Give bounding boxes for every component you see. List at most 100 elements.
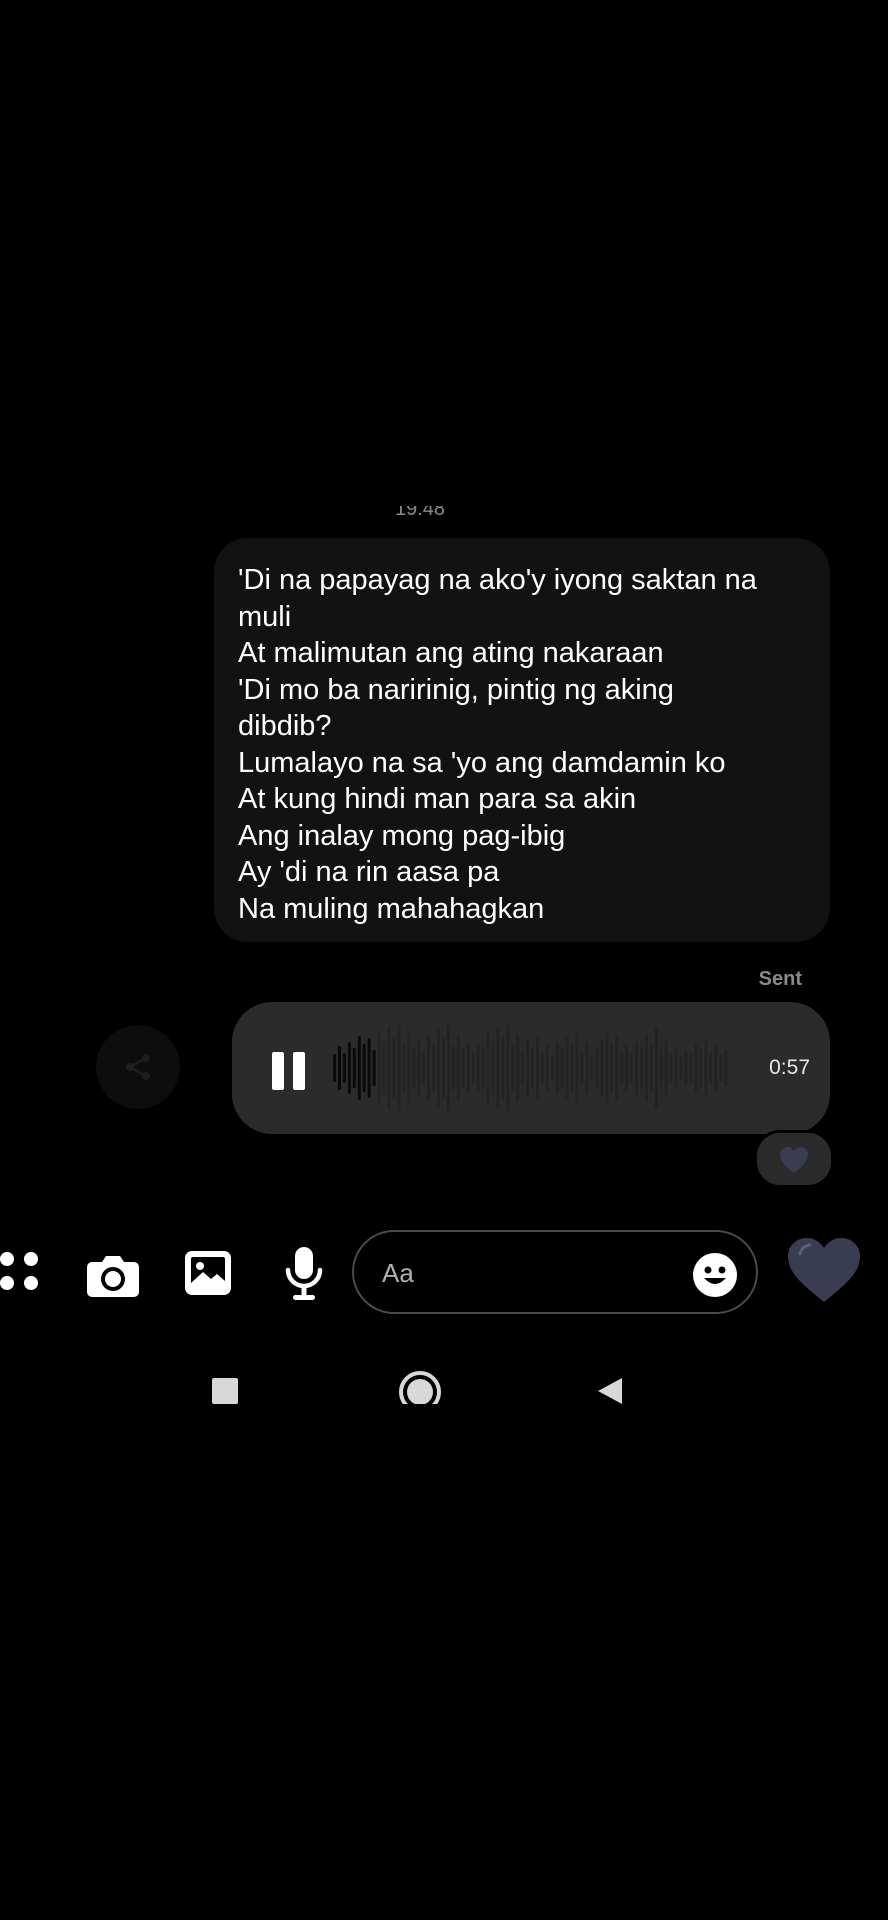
waveform-bar xyxy=(610,1044,614,1092)
waveform-bar xyxy=(699,1048,703,1088)
waveform-bar xyxy=(338,1046,341,1090)
waveform-bar xyxy=(545,1046,549,1090)
waveform-bar xyxy=(491,1041,495,1095)
waveform-bar xyxy=(456,1036,460,1100)
waveform-bar xyxy=(417,1039,421,1097)
message-input[interactable] xyxy=(380,1254,684,1292)
waveform-bar xyxy=(446,1025,450,1111)
waveform-bar xyxy=(357,1036,361,1100)
waveform-bar xyxy=(570,1045,574,1091)
waveform-bar xyxy=(521,1050,525,1086)
emoji-icon[interactable] xyxy=(692,1252,738,1298)
waveform-bar xyxy=(451,1046,455,1090)
waveform-bar xyxy=(644,1035,648,1101)
waveform-bar xyxy=(407,1032,411,1104)
waveform-bar xyxy=(709,1052,713,1084)
waveform-bar xyxy=(367,1038,371,1098)
voice-message-bubble[interactable]: 0:57 xyxy=(232,1002,830,1134)
waveform-bar xyxy=(382,1040,386,1096)
waveform-bar xyxy=(486,1033,490,1103)
message-line: Ay 'di na rin aasa pa xyxy=(238,856,500,888)
waveform-bar xyxy=(684,1051,688,1085)
menu-dots-icon[interactable] xyxy=(0,1252,42,1294)
waveform-bar xyxy=(422,1051,426,1085)
gallery-icon[interactable] xyxy=(184,1250,232,1296)
waveform-bar xyxy=(575,1032,579,1104)
waveform-bar xyxy=(501,1036,505,1100)
waveform-bar xyxy=(555,1043,559,1093)
waveform-bar xyxy=(432,1044,435,1092)
waveform-bar xyxy=(461,1049,465,1087)
waveform-bar xyxy=(630,1053,633,1083)
waveform-bar xyxy=(347,1042,351,1094)
waveform-bar xyxy=(649,1043,653,1093)
share-icon xyxy=(126,1054,150,1080)
waveform-bar xyxy=(471,1053,475,1083)
waveform-bar xyxy=(719,1055,723,1081)
waveform-bar xyxy=(441,1038,445,1098)
waveform-bar xyxy=(565,1038,569,1098)
message-line: At kung hindi man para sa akin xyxy=(238,783,637,815)
recents-icon[interactable] xyxy=(212,1378,238,1404)
waveform-bar xyxy=(580,1051,584,1085)
message-line: Lumalayo na sa 'yo ang damdamin ko xyxy=(238,746,726,779)
waveform-bar xyxy=(694,1045,698,1091)
waveform-bar xyxy=(526,1040,530,1096)
waveform-bar xyxy=(620,1050,624,1086)
waveform-bar xyxy=(724,1050,728,1086)
waveform-bar xyxy=(550,1055,554,1081)
heart-icon xyxy=(780,1147,808,1173)
message-timestamp: 19:48 xyxy=(394,506,446,520)
waveform-bar xyxy=(536,1037,539,1099)
share-button[interactable] xyxy=(96,1025,180,1109)
waveform-bar xyxy=(625,1045,629,1091)
waveform-bar xyxy=(377,1033,381,1103)
waveform-bar xyxy=(600,1039,604,1097)
waveform-bar xyxy=(427,1035,430,1101)
microphone-icon[interactable] xyxy=(284,1246,324,1302)
waveform-bar xyxy=(659,1049,663,1087)
waveform-bar xyxy=(511,1044,515,1092)
waveform-bar xyxy=(506,1024,510,1112)
waveform-bar xyxy=(516,1034,520,1102)
waveform-bar xyxy=(496,1027,500,1109)
audio-waveform[interactable] xyxy=(332,1022,728,1114)
message-line: Ang inalay mong pag-ibig xyxy=(238,819,566,852)
waveform-bar xyxy=(654,1028,658,1108)
message-line: At malimutan ang ating nakaraan xyxy=(238,637,664,669)
message-line: dibdib? xyxy=(238,710,332,742)
message-bubble[interactable]: 'Di na papayag na ako'y iyong saktan na … xyxy=(214,538,830,942)
waveform-bar xyxy=(639,1047,643,1089)
home-icon[interactable] xyxy=(398,1370,442,1404)
waveform-bar xyxy=(481,1047,485,1089)
waveform-bar xyxy=(392,1037,396,1099)
heart-icon[interactable] xyxy=(786,1236,862,1304)
message-line: 'Di na papayag na ako'y iyong saktan na xyxy=(238,564,757,596)
waveform-bar xyxy=(585,1042,589,1094)
waveform-bar xyxy=(333,1054,336,1082)
waveform-bar xyxy=(412,1048,416,1088)
message-line: 'Di mo ba naririnig, pintig ng aking xyxy=(238,673,674,706)
waveform-bar xyxy=(362,1044,366,1092)
waveform-bar xyxy=(669,1054,673,1082)
waveform-bar xyxy=(402,1043,406,1093)
message-line: muli xyxy=(238,600,292,633)
waveform-bar xyxy=(664,1040,668,1096)
waveform-bar xyxy=(679,1057,683,1079)
waveform-bar xyxy=(387,1028,391,1108)
waveform-bar xyxy=(634,1041,638,1095)
waveform-bar xyxy=(595,1048,599,1088)
waveform-bar xyxy=(466,1042,470,1094)
waveform-bar xyxy=(605,1031,609,1105)
waveform-bar xyxy=(590,1054,594,1082)
message-line: Na muling mahahagkan xyxy=(238,892,545,925)
message-input-field[interactable] xyxy=(352,1230,758,1314)
waveform-bar xyxy=(540,1053,544,1083)
pause-icon[interactable] xyxy=(272,1052,306,1090)
message-reaction[interactable] xyxy=(754,1130,834,1188)
back-icon[interactable] xyxy=(596,1376,624,1406)
camera-icon[interactable] xyxy=(86,1252,140,1298)
waveform-bar xyxy=(689,1053,693,1083)
waveform-bar xyxy=(531,1048,534,1088)
waveform-bar xyxy=(615,1037,619,1099)
